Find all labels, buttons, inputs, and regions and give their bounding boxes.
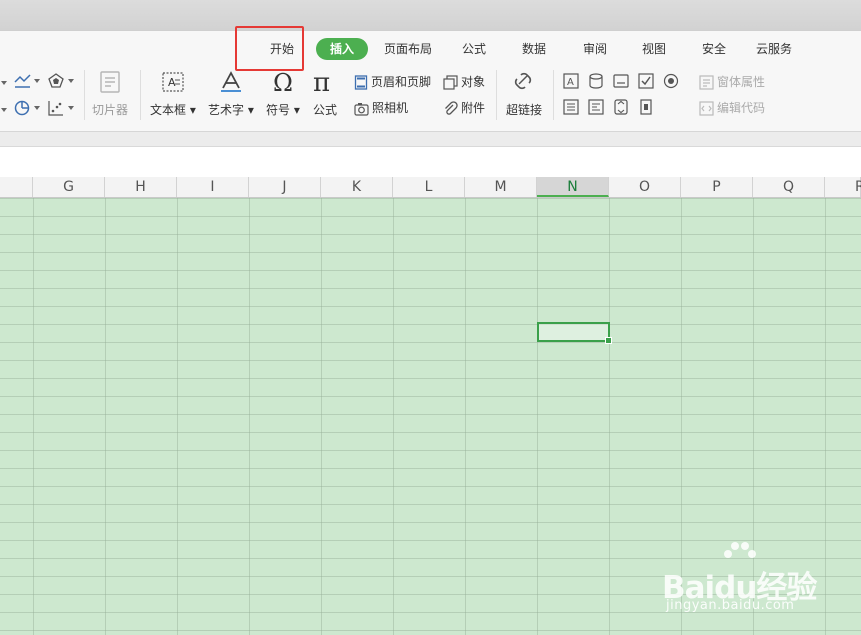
watermark: Baidu经验 jingyan.baidu.com <box>662 540 842 620</box>
slicer-button[interactable]: 切片器 <box>92 70 128 118</box>
ribbon-tabs: 开始 插入 页面布局 公式 数据 审阅 视图 安全 云服务 <box>0 38 861 60</box>
form-properties-button[interactable]: 窗体属性 <box>699 73 765 91</box>
tab-cloud-service[interactable]: 云服务 <box>756 38 792 60</box>
tab-view[interactable]: 视图 <box>642 38 666 60</box>
svg-text:A: A <box>567 77 574 88</box>
pi-icon: π <box>312 68 338 98</box>
title-bar <box>0 0 861 30</box>
symbol-button[interactable]: Ω 符号 ▾ <box>266 69 300 118</box>
attachment-button[interactable]: 附件 <box>443 99 485 117</box>
svg-text:A: A <box>168 76 176 89</box>
column-header[interactable]: L <box>393 177 465 197</box>
dropdown-arrow-icon[interactable] <box>0 76 8 90</box>
selected-cell[interactable] <box>537 322 612 344</box>
tab-insert[interactable]: 插入 <box>316 38 369 60</box>
combo-control-icon[interactable] <box>588 73 604 92</box>
pie-chart-icon[interactable] <box>14 100 42 119</box>
column-header[interactable]: Q <box>753 177 825 197</box>
fill-handle[interactable] <box>605 337 612 344</box>
hyperlink-button[interactable]: 超链接 <box>506 70 542 118</box>
listbox-control-icon[interactable] <box>563 99 579 118</box>
scrollbar-control-icon[interactable] <box>638 99 654 118</box>
scatter-chart-icon[interactable] <box>48 100 76 119</box>
symbol-label: 符号 ▾ <box>266 103 300 117</box>
wordart-label: 艺术字 ▾ <box>208 103 254 117</box>
line-chart-icon[interactable] <box>14 73 42 92</box>
annotation-highlight-box <box>235 26 304 71</box>
list-control-icon[interactable] <box>588 99 604 118</box>
omega-symbol-icon: Ω <box>266 69 300 97</box>
column-header-selected[interactable]: N <box>537 177 609 197</box>
column-header[interactable]: K <box>321 177 393 197</box>
group-separator <box>84 70 85 120</box>
camera-button[interactable]: 照相机 <box>354 99 408 117</box>
header-footer-icon <box>354 75 368 90</box>
column-header[interactable]: P <box>681 177 753 197</box>
svg-text:Ω: Ω <box>273 70 293 94</box>
formula-bar[interactable] <box>0 146 861 178</box>
ribbon-bottom-band <box>0 131 861 146</box>
tab-data[interactable]: 数据 <box>522 38 546 60</box>
spinner-control-icon[interactable] <box>613 99 629 118</box>
header-footer-button[interactable]: 页眉和页脚 <box>354 73 431 91</box>
paperclip-icon <box>445 101 458 115</box>
checkbox-control-icon[interactable] <box>638 73 654 92</box>
wordart-icon <box>208 70 254 97</box>
camera-icon <box>354 102 369 116</box>
formula-button[interactable]: π 公式 <box>312 68 338 118</box>
group-separator <box>553 70 554 120</box>
formula-label: 公式 <box>312 103 337 117</box>
svg-text:π: π <box>313 70 330 94</box>
radar-chart-icon[interactable] <box>48 73 76 92</box>
wordart-button[interactable]: 艺术字 ▾ <box>208 70 254 118</box>
textbox-button[interactable]: A 文本框 ▾ <box>150 70 196 118</box>
slicer-label: 切片器 <box>92 103 129 117</box>
column-header[interactable]: F <box>0 177 33 197</box>
textfield-control-icon[interactable] <box>613 73 629 92</box>
tab-security[interactable]: 安全 <box>702 38 726 60</box>
column-header[interactable]: J <box>249 177 321 197</box>
watermark-site: jingyan.baidu.com <box>666 598 795 613</box>
column-header[interactable]: R <box>825 177 861 197</box>
column-header-row: F G H I J K L M N O P Q R <box>0 177 861 198</box>
form-properties-icon <box>699 75 714 90</box>
tab-formulas[interactable]: 公式 <box>462 38 486 60</box>
hyperlink-label: 超链接 <box>506 103 543 117</box>
textbox-icon: A <box>150 70 196 97</box>
dropdown-arrow-icon[interactable] <box>0 103 8 117</box>
object-button[interactable]: 对象 <box>443 73 485 91</box>
object-icon <box>443 75 458 90</box>
column-header[interactable]: O <box>609 177 681 197</box>
column-header[interactable]: I <box>177 177 249 197</box>
slicer-icon <box>92 70 128 97</box>
label-control-icon[interactable]: A <box>563 73 579 92</box>
textbox-label: 文本框 ▾ <box>150 103 196 117</box>
tab-page-layout[interactable]: 页面布局 <box>384 38 432 60</box>
column-header[interactable]: M <box>465 177 537 197</box>
group-separator <box>140 70 141 120</box>
radio-control-icon[interactable] <box>663 73 679 92</box>
link-icon <box>506 70 542 97</box>
column-header[interactable]: G <box>33 177 105 197</box>
tab-review[interactable]: 审阅 <box>583 38 607 60</box>
group-separator <box>496 70 497 120</box>
column-header[interactable]: H <box>105 177 177 197</box>
edit-code-button[interactable]: 编辑代码 <box>699 99 765 117</box>
edit-code-icon <box>699 101 714 116</box>
